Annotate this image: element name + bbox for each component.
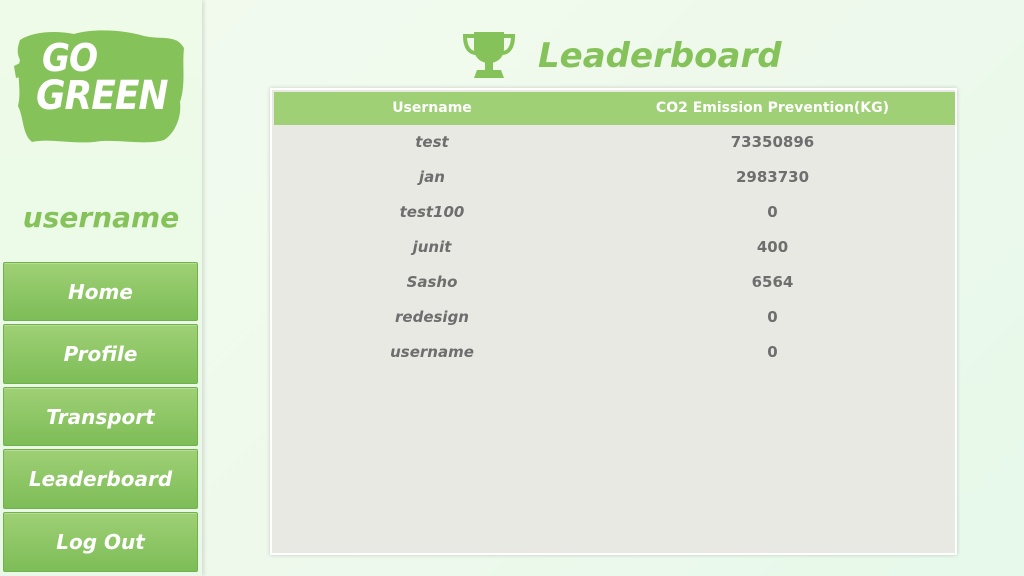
- cell-username: test: [415, 133, 449, 151]
- cell-username: jan: [419, 168, 445, 186]
- page-title: Leaderboard: [538, 36, 782, 76]
- table-row: username 0: [274, 335, 955, 370]
- table-row: junit 400: [274, 230, 955, 265]
- cell-co2: 0: [767, 343, 778, 361]
- logo-line1: GO: [42, 36, 98, 80]
- logo-text: GO GREEN: [14, 26, 186, 146]
- leaderboard-table: Username CO2 Emission Prevention(KG) tes…: [270, 88, 957, 555]
- cell-co2: 400: [756, 238, 789, 256]
- table-row: test100 0: [274, 195, 955, 230]
- cell-username: redesign: [395, 308, 469, 326]
- sidebar: GO GREEN username Home Profile Transport…: [0, 0, 202, 576]
- trophy-icon: [462, 32, 516, 78]
- cell-co2: 6564: [751, 273, 794, 291]
- table-row: test 73350896: [274, 125, 955, 160]
- table-row: Sasho 6564: [274, 265, 955, 300]
- cell-co2: 2983730: [735, 168, 810, 186]
- cell-co2: 0: [767, 203, 778, 221]
- column-header-co2: CO2 Emission Prevention(KG): [655, 100, 890, 116]
- transport-button[interactable]: Transport: [3, 387, 198, 446]
- logo-line2: GREEN: [36, 73, 169, 119]
- profile-button[interactable]: Profile: [3, 324, 198, 384]
- table-row: jan 2983730: [274, 160, 955, 195]
- page-header: Leaderboard: [462, 30, 782, 82]
- column-header-username: Username: [392, 100, 472, 116]
- cell-username: Sasho: [406, 273, 458, 291]
- go-green-logo[interactable]: GO GREEN: [14, 26, 186, 146]
- sidebar-username: username: [22, 201, 180, 234]
- leaderboard-button[interactable]: Leaderboard: [3, 449, 198, 509]
- cell-username: test100: [399, 203, 465, 221]
- home-button[interactable]: Home: [3, 262, 198, 321]
- cell-co2: 0: [767, 308, 778, 326]
- table-row: redesign 0: [274, 300, 955, 335]
- cell-username: username: [390, 343, 474, 361]
- table-header: Username CO2 Emission Prevention(KG): [274, 92, 955, 125]
- cell-username: junit: [412, 238, 452, 256]
- logout-button[interactable]: Log Out: [3, 512, 198, 572]
- cell-co2: 73350896: [730, 133, 815, 151]
